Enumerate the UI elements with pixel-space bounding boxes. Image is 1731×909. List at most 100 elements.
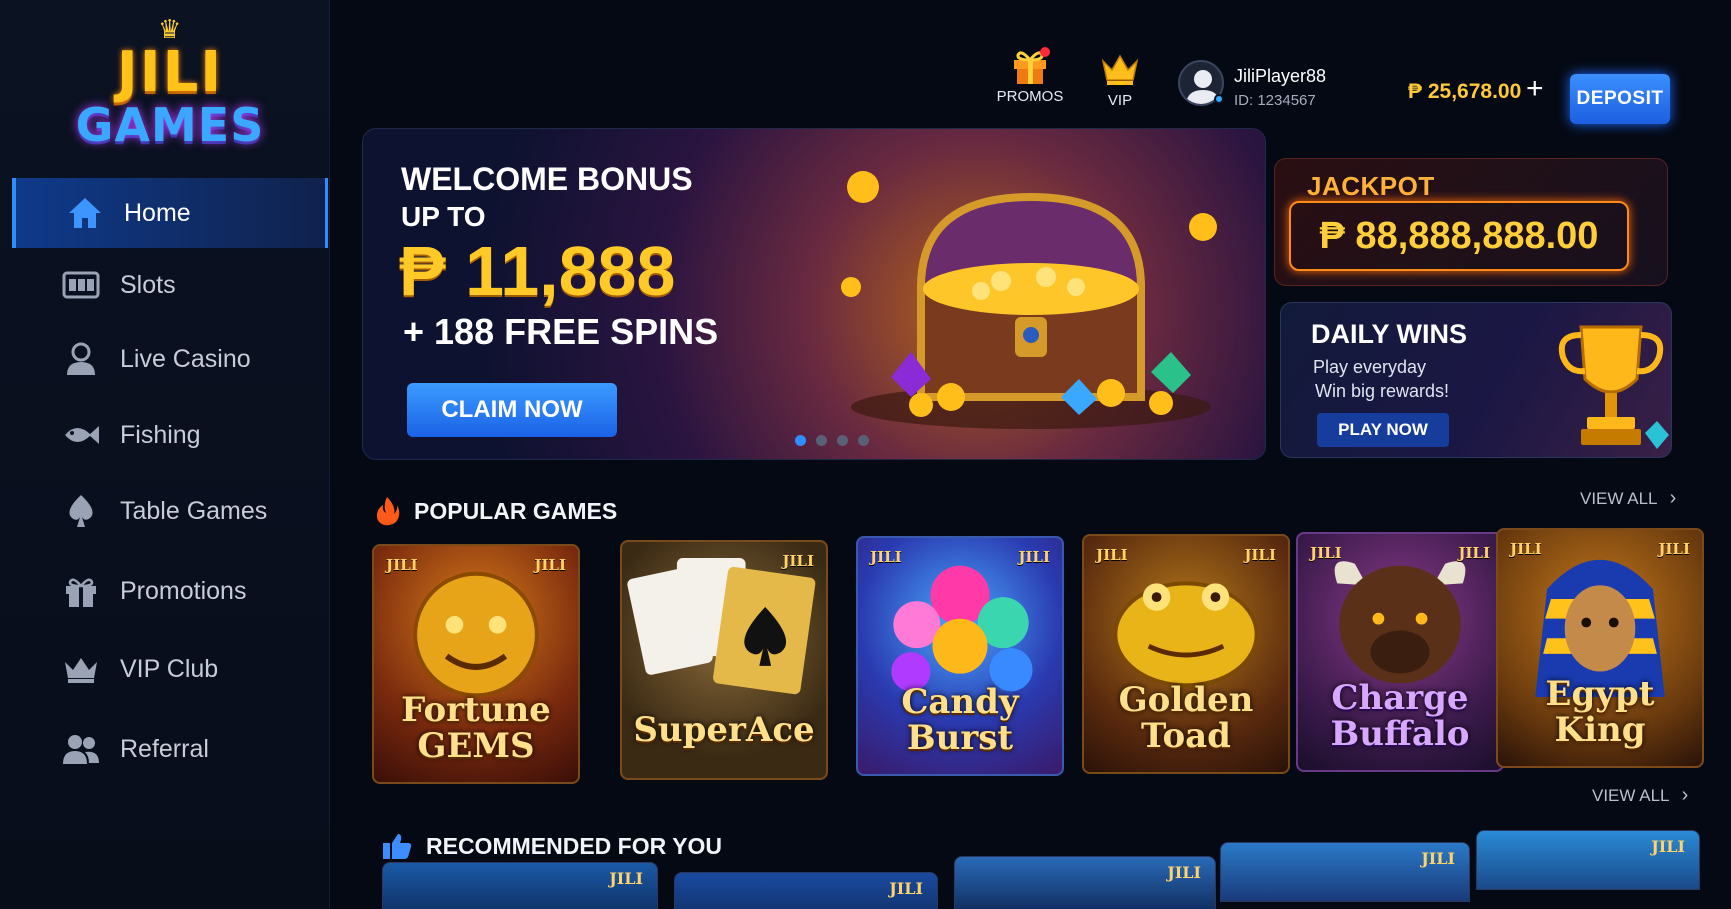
recommended-game-card[interactable]: JILI bbox=[954, 856, 1216, 909]
provider-tag: JILI bbox=[1458, 544, 1490, 562]
provider-tag: JILI bbox=[1310, 544, 1342, 562]
sidebar-item-promotions[interactable]: Promotions bbox=[12, 556, 328, 626]
logo-line2: GAMES bbox=[75, 98, 265, 152]
add-funds-button[interactable]: + bbox=[1526, 72, 1544, 106]
sidebar-item-label: Fishing bbox=[120, 420, 201, 449]
provider-tag: JILI bbox=[1651, 837, 1685, 856]
treasure-chest-icon bbox=[831, 157, 1231, 442]
provider-tag: JILI bbox=[870, 548, 902, 566]
provider-tag: JILI bbox=[782, 552, 814, 570]
game-card-superace[interactable]: JILI SuperAce bbox=[620, 540, 828, 780]
home-icon bbox=[64, 192, 106, 234]
brand-logo[interactable]: ♛ JILI GAMES bbox=[70, 14, 270, 152]
provider-tag: JILI bbox=[1510, 540, 1542, 558]
provider-tag: JILI bbox=[1096, 546, 1128, 564]
slot-machine-icon bbox=[60, 264, 102, 306]
spade-icon bbox=[60, 490, 102, 532]
user-id: ID: 1234567 bbox=[1234, 92, 1316, 109]
game-card-egypt-king[interactable]: JILI JILI Egypt King bbox=[1496, 528, 1704, 768]
deposit-button[interactable]: DEPOSIT bbox=[1570, 74, 1670, 124]
popular-games-title: POPULAR GAMES bbox=[414, 497, 618, 524]
banner-subtitle: UP TO bbox=[401, 201, 486, 232]
logo-line1: JILI bbox=[116, 40, 224, 105]
game-title: SuperAce bbox=[633, 710, 815, 750]
gift-icon bbox=[60, 570, 102, 612]
provider-tag: JILI bbox=[1167, 863, 1201, 882]
recommended-game-card[interactable]: JILI bbox=[674, 872, 938, 909]
sidebar-item-fishing[interactable]: Fishing bbox=[12, 400, 328, 470]
provider-tag: JILI bbox=[386, 556, 418, 574]
chevron-right-icon: › bbox=[1669, 487, 1677, 509]
top-bar: PROMOS VIP JiliPlayer88 ID: 1234567 ₱ 25… bbox=[330, 0, 1731, 124]
fish-icon bbox=[60, 414, 102, 456]
username: JiliPlayer88 bbox=[1234, 66, 1327, 86]
sidebar-item-label: Table Games bbox=[120, 496, 268, 525]
crown-icon bbox=[60, 648, 102, 690]
daily-wins-title: DAILY WINS bbox=[1311, 319, 1468, 349]
fire-icon bbox=[374, 496, 400, 526]
daily-wins-card[interactable]: DAILY WINS Play everyday Win big rewards… bbox=[1280, 302, 1672, 458]
jackpot-panel: JACKPOT ₱ 88,888,888.00 bbox=[1274, 158, 1668, 286]
view-all-label: VIEW ALL bbox=[1580, 489, 1657, 508]
carousel-dot[interactable] bbox=[816, 435, 827, 446]
view-all-label: VIEW ALL bbox=[1592, 786, 1669, 805]
thumbs-up-icon bbox=[382, 832, 412, 860]
carousel-dot[interactable] bbox=[837, 435, 848, 446]
game-card-charge-buffalo[interactable]: JILI JILI Charge Buffalo bbox=[1296, 532, 1504, 772]
game-title: Fortune GEMS bbox=[401, 690, 551, 766]
trophy-icon bbox=[1553, 309, 1669, 457]
jackpot-label: JACKPOT bbox=[1307, 171, 1435, 201]
game-title: Charge Buffalo bbox=[1330, 678, 1470, 754]
game-card-fortune-gems[interactable]: JILI JILI Fortune GEMS bbox=[372, 544, 580, 784]
vip-button[interactable]: VIP bbox=[1090, 48, 1150, 109]
sidebar-item-referral[interactable]: Referral bbox=[12, 714, 328, 784]
banner-title: WELCOME BONUS bbox=[401, 161, 693, 197]
game-title: Golden Toad bbox=[1118, 680, 1254, 756]
carousel-dot[interactable] bbox=[795, 435, 806, 446]
user-profile[interactable]: JiliPlayer88 ID: 1234567 bbox=[1178, 58, 1348, 112]
provider-tag: JILI bbox=[1018, 548, 1050, 566]
game-card-candy-burst[interactable]: JILI JILI Candy Burst bbox=[856, 536, 1064, 776]
claim-now-button[interactable]: CLAIM NOW bbox=[407, 383, 617, 437]
recommended-game-card[interactable]: JILI bbox=[382, 862, 658, 909]
sidebar-item-label: Referral bbox=[120, 734, 209, 763]
daily-wins-line1: Play everyday bbox=[1313, 357, 1427, 377]
recommended-heading: RECOMMENDED FOR YOU bbox=[382, 832, 722, 860]
sidebar-item-slots[interactable]: Slots bbox=[12, 250, 328, 320]
jackpot-amount: ₱ 88,888,888.00 bbox=[1289, 201, 1629, 271]
recommended-game-card[interactable]: JILI bbox=[1220, 842, 1470, 902]
daily-wins-line2: Win big rewards! bbox=[1315, 381, 1450, 401]
sidebar-item-label: Slots bbox=[120, 270, 176, 299]
carousel-dot[interactable] bbox=[858, 435, 869, 446]
provider-tag: JILI bbox=[1658, 540, 1690, 558]
banner-free-spins: + 188 FREE SPINS bbox=[403, 311, 719, 352]
game-title: Candy Burst bbox=[901, 682, 1019, 758]
welcome-bonus-banner[interactable]: WELCOME BONUS UP TO ₱ 11,888 + 188 FREE … bbox=[362, 128, 1266, 460]
carousel-dots bbox=[795, 435, 869, 446]
provider-tag: JILI bbox=[534, 556, 566, 574]
promos-button[interactable]: PROMOS bbox=[990, 44, 1070, 105]
provider-tag: JILI bbox=[889, 879, 923, 898]
sidebar: ♛ JILI GAMES Home Slots Live Casino Fish… bbox=[0, 0, 330, 909]
sidebar-item-label: Home bbox=[124, 198, 191, 227]
gift-icon bbox=[990, 44, 1070, 88]
sidebar-item-vip-club[interactable]: VIP Club bbox=[12, 634, 328, 704]
online-status-dot bbox=[1214, 94, 1224, 104]
view-all-popular-link[interactable]: VIEW ALL › bbox=[1580, 487, 1676, 510]
users-icon bbox=[60, 728, 102, 770]
view-all-recommended-link[interactable]: VIEW ALL › bbox=[1592, 784, 1688, 807]
game-card-golden-toad[interactable]: JILI JILI Golden Toad bbox=[1082, 534, 1290, 774]
provider-tag: JILI bbox=[1244, 546, 1276, 564]
play-now-button[interactable]: PLAY NOW bbox=[1317, 413, 1449, 447]
recommended-game-card[interactable]: JILI bbox=[1476, 830, 1700, 890]
sidebar-item-label: Live Casino bbox=[120, 344, 251, 373]
sidebar-item-table-games[interactable]: Table Games bbox=[12, 476, 328, 546]
vip-label: VIP bbox=[1107, 92, 1133, 109]
person-icon bbox=[60, 338, 102, 380]
sidebar-item-label: VIP Club bbox=[120, 654, 219, 683]
game-title: Egypt King bbox=[1545, 674, 1655, 750]
sidebar-item-live-casino[interactable]: Live Casino bbox=[12, 324, 328, 394]
provider-tag: JILI bbox=[1421, 849, 1455, 868]
crown-icon bbox=[1090, 48, 1150, 92]
sidebar-item-home[interactable]: Home bbox=[12, 178, 328, 248]
